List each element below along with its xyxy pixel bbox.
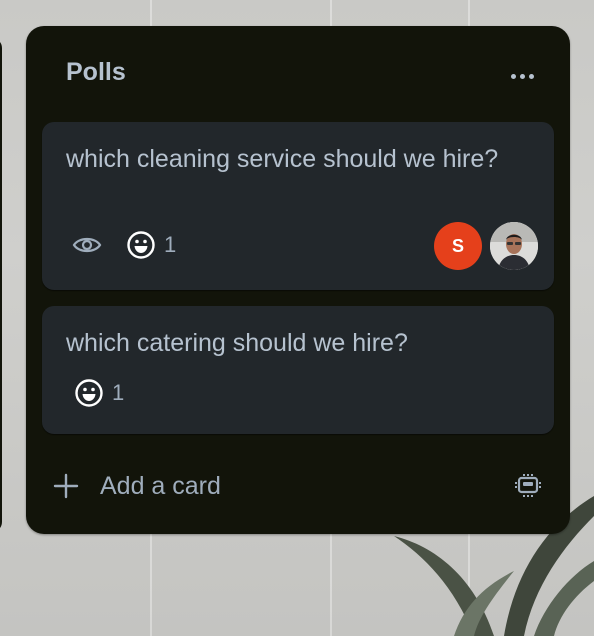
- reaction-count: 1: [112, 380, 125, 405]
- card-badges: 1: [72, 230, 176, 260]
- avatar[interactable]: S: [434, 222, 482, 270]
- card-badges: 1: [74, 378, 124, 408]
- smiley-icon: [75, 379, 103, 407]
- eye-icon: [72, 230, 104, 260]
- card-members: S: [426, 222, 538, 270]
- avatar-initial: S: [451, 235, 464, 256]
- add-card-label: Add a card: [100, 471, 221, 500]
- card-catering[interactable]: which catering should we hire? 1: [42, 306, 554, 434]
- card-cleaning-service[interactable]: which cleaning service should we hire? 1: [42, 122, 554, 290]
- add-card-button[interactable]: Add a card: [46, 462, 466, 510]
- create-from-template-button[interactable]: [506, 464, 550, 508]
- card-title: which catering should we hire?: [66, 329, 408, 357]
- card-title: which cleaning service should we hire?: [66, 145, 499, 173]
- reaction-count: 1: [164, 232, 177, 257]
- plus-icon: [46, 466, 86, 506]
- member-photo: [490, 222, 538, 270]
- adjacent-list-edge: [0, 38, 2, 532]
- list-actions-button[interactable]: [496, 58, 548, 94]
- reaction-badge[interactable]: 1: [126, 230, 176, 260]
- card-template-icon: [515, 474, 541, 497]
- list-polls: Polls which cleaning service should we h…: [26, 26, 570, 534]
- smiley-icon: [127, 231, 155, 259]
- avatar[interactable]: [490, 222, 538, 270]
- reaction-badge[interactable]: 1: [74, 378, 124, 408]
- list-title[interactable]: Polls: [66, 58, 126, 87]
